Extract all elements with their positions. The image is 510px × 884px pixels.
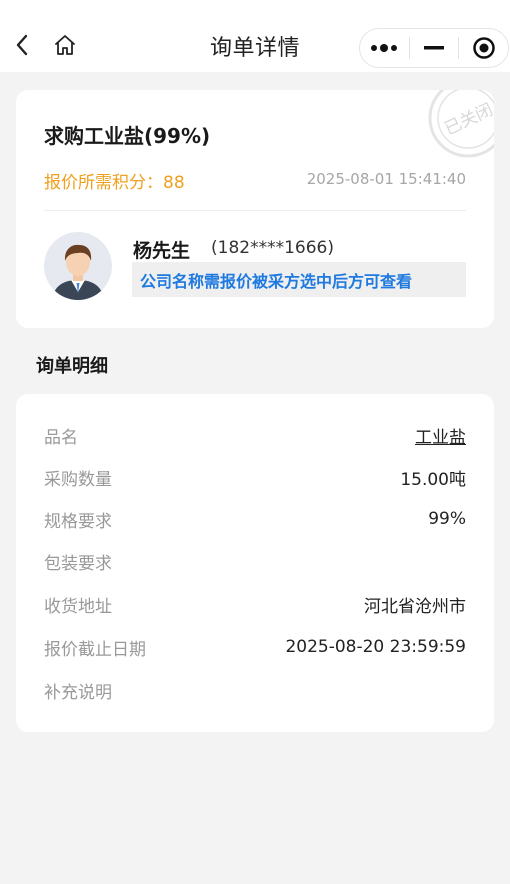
more-dots-icon xyxy=(371,44,398,52)
avatar-icon xyxy=(44,232,112,300)
company-name-notice[interactable]: 公司名称需报价被采方选中后方可查看 xyxy=(132,262,466,297)
detail-row-spec: 规格要求 99% xyxy=(44,504,466,534)
product-name-link[interactable]: 工业盐 xyxy=(415,423,466,448)
detail-label: 规格要求 xyxy=(44,511,112,532)
divider xyxy=(44,210,466,211)
detail-row-product: 品名 工业盐 xyxy=(44,420,466,450)
close-button[interactable] xyxy=(459,29,508,67)
inquiry-title: 求购工业盐(99%) xyxy=(44,124,211,148)
detail-row-quantity: 采购数量 15.00吨 xyxy=(44,462,466,492)
points-label: 报价所需积分： xyxy=(44,173,163,193)
contact-name: 杨先生 xyxy=(133,240,191,262)
minimize-button[interactable] xyxy=(410,29,459,67)
detail-label: 品名 xyxy=(44,427,78,448)
minimize-icon xyxy=(424,46,444,50)
detail-value: 河北省沧州市 xyxy=(364,596,466,617)
detail-section-heading: 询单明细 xyxy=(36,356,108,377)
points-value: 88 xyxy=(163,173,185,193)
points-required: 报价所需积分：88 xyxy=(44,168,185,193)
detail-label: 收货地址 xyxy=(44,596,112,617)
detail-row-address: 收货地址 河北省沧州市 xyxy=(44,589,466,619)
mini-program-capsule xyxy=(359,28,509,68)
detail-value: 15.00吨 xyxy=(400,469,466,490)
inquiry-summary-card: 已关闭 求购工业盐(99%) 报价所需积分：88 2025-08-01 15:4… xyxy=(16,90,494,328)
inquiry-detail-card: 品名 工业盐 采购数量 15.00吨 规格要求 99% 包装要求 收货地址 河北… xyxy=(16,394,494,732)
detail-row-packaging: 包装要求 xyxy=(44,546,466,576)
detail-value: 99% xyxy=(428,509,466,529)
detail-label: 包装要求 xyxy=(44,553,112,574)
more-button[interactable] xyxy=(360,29,409,67)
detail-label: 补充说明 xyxy=(44,682,112,703)
detail-label: 报价截止日期 xyxy=(44,639,146,660)
detail-value: 2025-08-20 23:59:59 xyxy=(285,637,466,657)
svg-text:已关闭: 已关闭 xyxy=(442,100,494,140)
detail-label: 采购数量 xyxy=(44,469,112,490)
contact-phone: (182****1666) xyxy=(211,238,334,258)
close-target-icon xyxy=(472,37,495,59)
closed-stamp-icon: 已关闭 xyxy=(428,90,494,158)
detail-row-notes: 补充说明 xyxy=(44,675,466,705)
navigation-bar: 询单详情 xyxy=(0,0,510,72)
inquiry-timestamp: 2025-08-01 15:41:40 xyxy=(306,170,466,188)
detail-row-deadline: 报价截止日期 2025-08-20 23:59:59 xyxy=(44,632,466,662)
